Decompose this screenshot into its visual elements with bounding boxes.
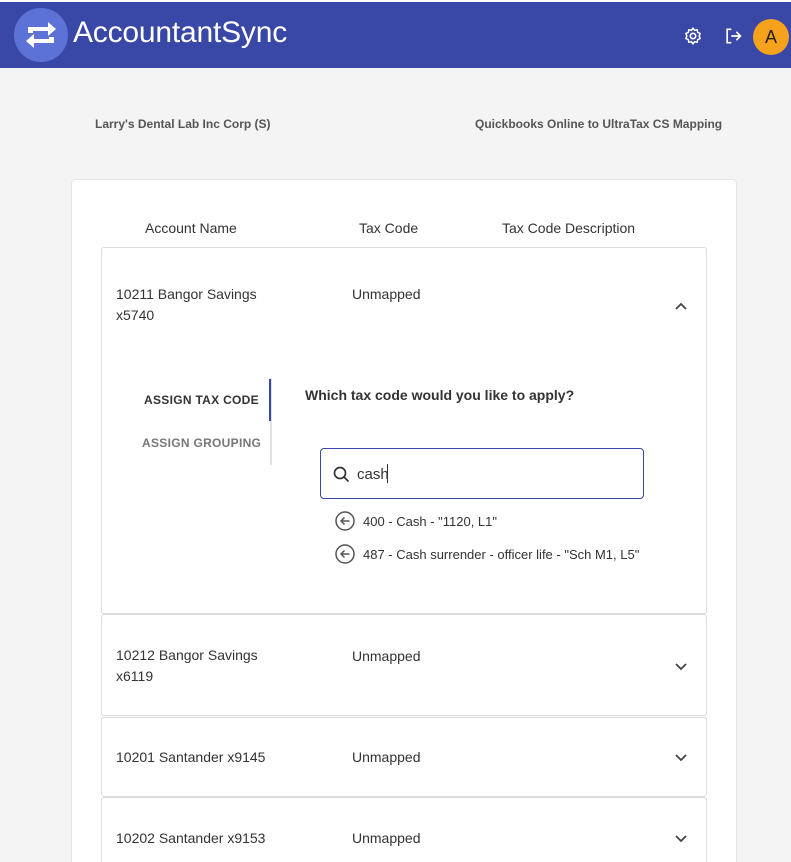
sync-arrows-icon [26, 22, 56, 48]
account-name-line2: x5740 [116, 307, 155, 323]
app-logo [14, 8, 68, 62]
avatar[interactable]: A [753, 19, 789, 55]
search-result-label: 400 - Cash - "1120, L1" [363, 513, 498, 529]
chevron-up-icon[interactable] [674, 299, 688, 313]
arrow-left-circle-icon[interactable] [335, 544, 355, 564]
account-name-line1: 10211 Bangor Savings [116, 286, 257, 302]
tax-code-question: Which tax code would you like to apply? [305, 387, 575, 403]
search-icon [333, 466, 350, 483]
app-title: AccountantSync [73, 16, 287, 49]
tax-code-value: Unmapped [352, 830, 421, 846]
top-bar: AccountantSync A [0, 0, 791, 68]
tab-assign-grouping[interactable]: ASSIGN GROUPING [142, 436, 261, 450]
table-row[interactable]: 10212 Bangor Savings x6119 Unmapped [101, 614, 707, 716]
tax-code-value: Unmapped [352, 286, 421, 302]
active-tab-indicator [269, 379, 271, 421]
arrow-left-circle-icon[interactable] [335, 511, 355, 531]
search-result-item[interactable]: 487 - Cash surrender - officer life - "S… [335, 543, 639, 565]
table-row[interactable]: 10202 Santander x9153 Unmapped [101, 797, 707, 862]
chevron-down-icon[interactable] [674, 750, 688, 764]
account-name: 10211 Bangor Savings x5740 [116, 284, 286, 326]
account-name-line2: x6119 [116, 668, 154, 684]
account-name-line1: 10202 Santander x9153 [116, 830, 266, 846]
search-result-label: 487 - Cash surrender - officer life - "S… [363, 546, 640, 562]
tab-assign-tax-code[interactable]: ASSIGN TAX CODE [144, 393, 259, 407]
tax-code-value: Unmapped [352, 648, 421, 664]
account-name-line1: 10212 Bangor Savings [116, 647, 258, 663]
logout-icon[interactable] [723, 26, 743, 46]
account-name: 10201 Santander x9145 [116, 747, 286, 768]
tax-code-search[interactable] [320, 448, 644, 499]
column-header-account-name: Account Name [145, 220, 237, 236]
column-header-tax-code: Tax Code [359, 220, 419, 236]
table-row[interactable]: 10201 Santander x9145 Unmapped [101, 717, 707, 797]
search-result-item[interactable]: 400 - Cash - "1120, L1" [335, 510, 497, 532]
tax-code-value: Unmapped [352, 749, 421, 765]
search-input[interactable] [357, 463, 627, 485]
text-caret [387, 464, 388, 483]
column-header-tax-code-description: Tax Code Description [502, 220, 636, 236]
mapping-title: Quickbooks Online to UltraTax CS Mapping [475, 117, 723, 131]
account-name: 10212 Bangor Savings x6119 [116, 645, 286, 687]
gear-icon[interactable] [683, 26, 703, 46]
client-name: Larry's Dental Lab Inc Corp (S) [95, 117, 271, 131]
account-name-line1: 10201 Santander x9145 [116, 749, 266, 765]
chevron-down-icon[interactable] [674, 831, 688, 845]
chevron-down-icon[interactable] [674, 659, 688, 673]
account-name: 10202 Santander x9153 [116, 828, 286, 849]
